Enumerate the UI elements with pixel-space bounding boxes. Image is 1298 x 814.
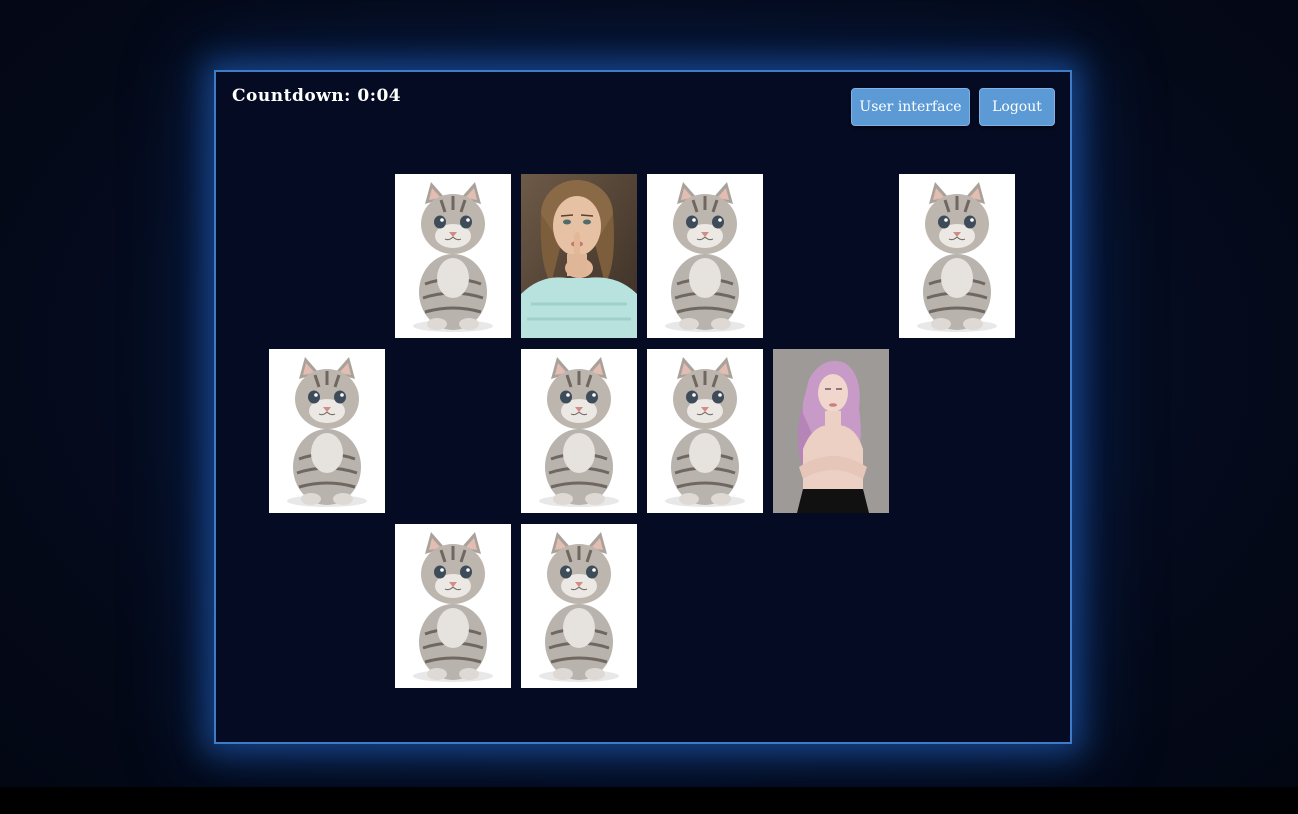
woman-card-image <box>521 174 637 338</box>
memory-card[interactable] <box>395 174 511 338</box>
kitten-card-image <box>899 174 1015 338</box>
kitten-card-image <box>269 349 385 513</box>
memory-card[interactable] <box>773 349 889 513</box>
pink-hair-woman-card-image <box>773 349 889 513</box>
kitten-card-image <box>647 174 763 338</box>
countdown-value: 0:04 <box>357 86 402 106</box>
kitten-card-image <box>395 174 511 338</box>
countdown-timer: Countdown: 0:04 <box>232 86 401 106</box>
memory-card[interactable] <box>269 349 385 513</box>
countdown-label: Countdown: <box>232 86 351 106</box>
memory-card[interactable] <box>521 174 637 338</box>
kitten-card-image <box>521 524 637 688</box>
memory-card[interactable] <box>521 349 637 513</box>
game-panel: Countdown: 0:04 User interface Logout <box>214 70 1072 744</box>
memory-card[interactable] <box>521 524 637 688</box>
kitten-card-image <box>647 349 763 513</box>
kitten-card-image <box>521 349 637 513</box>
memory-card[interactable] <box>647 349 763 513</box>
logout-button[interactable]: Logout <box>979 88 1055 126</box>
game-page: Countdown: 0:04 User interface Logout <box>0 0 1298 787</box>
user-interface-button[interactable]: User interface <box>851 88 970 126</box>
memory-card[interactable] <box>647 174 763 338</box>
bottom-bar <box>0 787 1298 814</box>
memory-card[interactable] <box>899 174 1015 338</box>
kitten-card-image <box>395 524 511 688</box>
memory-card[interactable] <box>395 524 511 688</box>
